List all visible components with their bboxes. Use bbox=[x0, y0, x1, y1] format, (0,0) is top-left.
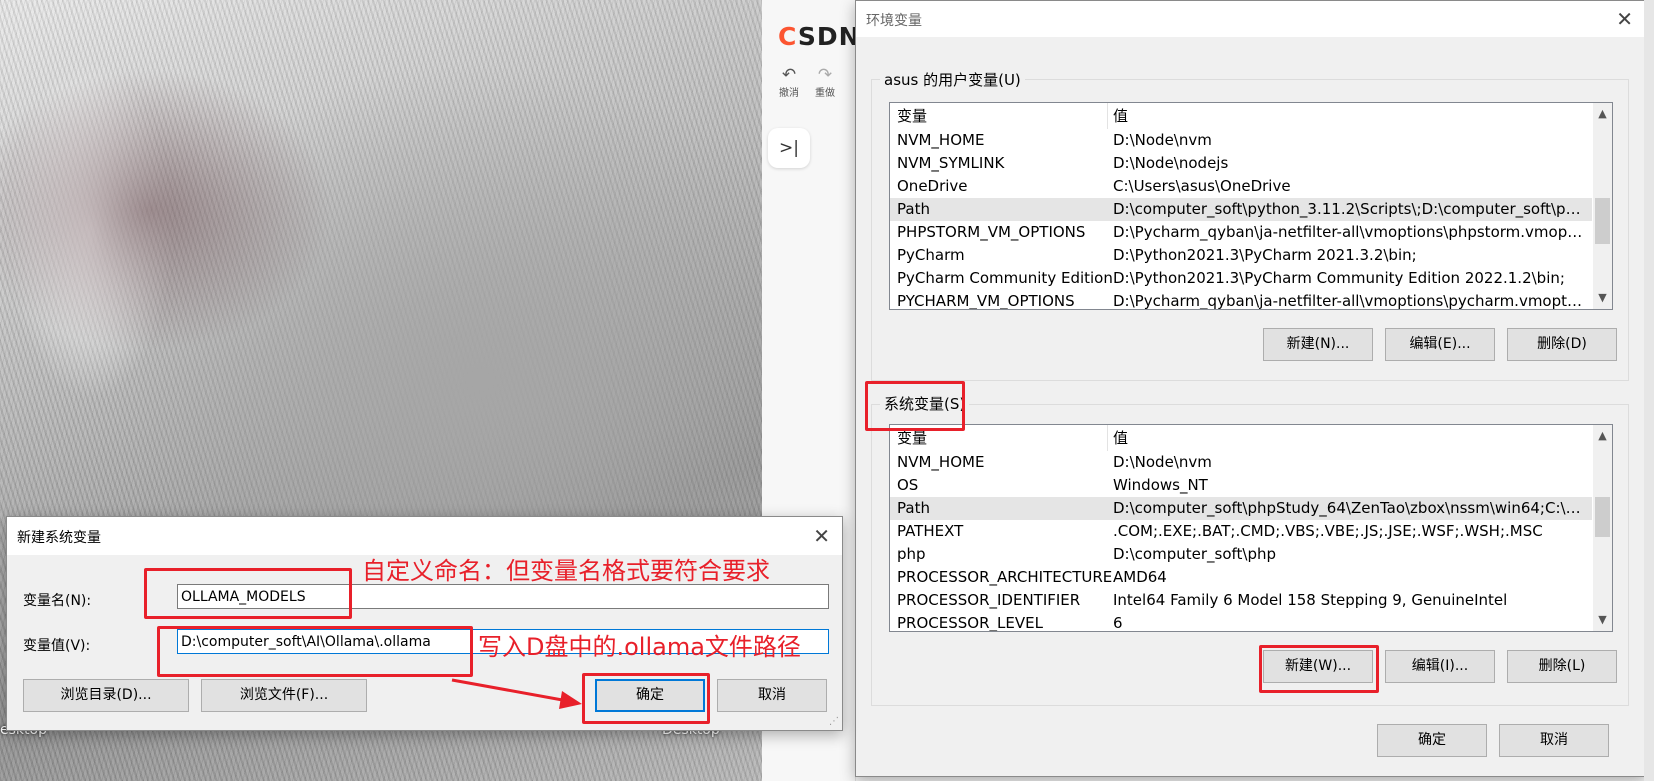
variable-value-label: 变量值(V): bbox=[23, 638, 91, 654]
table-row[interactable]: OneDrive C:\Users\asus\OneDrive bbox=[890, 175, 1592, 198]
highlight-box-new-button bbox=[1259, 645, 1379, 693]
scroll-down-icon[interactable]: ▼ bbox=[1593, 289, 1612, 307]
undo-icon: ↶ bbox=[781, 65, 797, 85]
system-delete-button[interactable]: 删除(L) bbox=[1507, 650, 1617, 683]
resize-grip-icon[interactable]: ⋰ bbox=[829, 716, 839, 727]
table-row[interactable]: PATHEXT .COM;.EXE;.BAT;.CMD;.VBS;.VBE;.JS… bbox=[890, 520, 1592, 543]
title-bar: 环境变量 ✕ bbox=[856, 1, 1645, 37]
new-var-cancel-button[interactable]: 取消 bbox=[717, 679, 827, 712]
column-header-variable[interactable]: 变量 bbox=[897, 103, 927, 129]
user-edit-button[interactable]: 编辑(E)... bbox=[1385, 328, 1495, 361]
collapse-icon: >| bbox=[779, 138, 799, 158]
browse-file-button[interactable]: 浏览文件(F)... bbox=[201, 679, 367, 712]
column-header-value[interactable]: 值 bbox=[1113, 425, 1586, 451]
env-ok-button[interactable]: 确定 bbox=[1377, 724, 1487, 757]
env-cancel-button[interactable]: 取消 bbox=[1499, 724, 1609, 757]
variable-name-label: 变量名(N): bbox=[23, 593, 92, 609]
environment-variables-dialog: 环境变量 ✕ asus 的用户变量(U) 变量 值 NVM_HOME D:\Nod… bbox=[855, 0, 1646, 777]
close-icon[interactable]: ✕ bbox=[1616, 7, 1633, 31]
table-row[interactable]: PHPSTORM_VM_OPTIONS D:\Pycharm_qyban\ja-n… bbox=[890, 221, 1592, 244]
user-variables-title: asus 的用户变量(U) bbox=[880, 69, 1025, 90]
table-row[interactable]: NVM_HOME D:\Node\nvm bbox=[890, 451, 1592, 474]
undo-button[interactable]: ↶ 撤消 bbox=[772, 66, 806, 99]
browse-directory-button[interactable]: 浏览目录(D)... bbox=[23, 679, 189, 712]
scroll-up-icon[interactable]: ▲ bbox=[1593, 105, 1612, 123]
annotation-name-note: 自定义命名：但变量名格式要符合要求 bbox=[362, 557, 770, 585]
table-row[interactable]: NVM_SYMLINK D:\Node\nodejs bbox=[890, 152, 1592, 175]
vertical-scrollbar[interactable]: ▲ ▼ bbox=[1593, 103, 1612, 309]
annotation-value-note: 写入D盘中的.ollama文件路径 bbox=[478, 633, 801, 661]
table-row[interactable]: PyCharm Community Edition D:\Python2021.3… bbox=[890, 267, 1592, 290]
table-row[interactable]: PROCESSOR_IDENTIFIER Intel64 Family 6 Mod… bbox=[890, 589, 1592, 612]
csdn-logo: CSDN bbox=[778, 22, 861, 51]
scroll-thumb[interactable] bbox=[1595, 497, 1610, 537]
new-system-variable-dialog: 新建系统变量 ✕ 变量名(N): OLLAMA_MODELS 变量值(V): D… bbox=[6, 516, 843, 731]
dialog-title: 新建系统变量 bbox=[17, 530, 101, 546]
redo-icon: ↷ bbox=[817, 65, 833, 85]
dialog-title: 环境变量 bbox=[866, 13, 922, 29]
list-header: 变量 值 bbox=[890, 103, 1592, 129]
scroll-up-icon[interactable]: ▲ bbox=[1593, 427, 1612, 445]
table-row[interactable]: OS Windows_NT bbox=[890, 474, 1592, 497]
highlight-box-variable-name bbox=[144, 568, 352, 619]
scroll-down-icon[interactable]: ▼ bbox=[1593, 611, 1612, 629]
close-icon[interactable]: ✕ bbox=[813, 524, 830, 548]
vertical-scrollbar[interactable]: ▲ ▼ bbox=[1593, 425, 1612, 631]
user-new-button[interactable]: 新建(N)... bbox=[1263, 328, 1373, 361]
table-row[interactable]: Path D:\computer_soft\python_3.11.2\Scrip… bbox=[890, 198, 1592, 221]
user-variables-list[interactable]: 变量 值 NVM_HOME D:\Node\nvm NVM_SYMLINK D:\N… bbox=[889, 102, 1613, 310]
table-row[interactable]: PYCHARM_VM_OPTIONS D:\Pycharm_qyban\ja-ne… bbox=[890, 290, 1592, 309]
background-window-edge bbox=[1644, 0, 1654, 781]
redo-button[interactable]: ↷ 重做 bbox=[808, 66, 842, 99]
highlight-box-ok-button bbox=[582, 673, 710, 724]
table-row[interactable]: PROCESSOR_LEVEL 6 bbox=[890, 612, 1592, 631]
column-header-value[interactable]: 值 bbox=[1113, 103, 1586, 129]
system-edit-button[interactable]: 编辑(I)... bbox=[1385, 650, 1495, 683]
list-header: 变量 值 bbox=[890, 425, 1592, 451]
table-row[interactable]: PyCharm D:\Python2021.3\PyCharm 2021.3.2\… bbox=[890, 244, 1592, 267]
table-row[interactable]: Path D:\computer_soft\phpStudy_64\ZenTao\… bbox=[890, 497, 1592, 520]
highlight-box-system-variables bbox=[865, 381, 965, 431]
system-variables-list[interactable]: 变量 值 NVM_HOME D:\Node\nvm OS Windows_NT Pa… bbox=[889, 424, 1613, 632]
collapse-panel-button[interactable]: >| bbox=[768, 128, 810, 168]
highlight-box-variable-value bbox=[157, 626, 473, 677]
table-row[interactable]: NVM_HOME D:\Node\nvm bbox=[890, 129, 1592, 152]
table-row[interactable]: php D:\computer_soft\php bbox=[890, 543, 1592, 566]
annotation-arrow-icon bbox=[451, 678, 582, 709]
scroll-thumb[interactable] bbox=[1595, 198, 1610, 244]
table-row[interactable]: PROCESSOR_ARCHITECTURE AMD64 bbox=[890, 566, 1592, 589]
title-bar: 新建系统变量 ✕ bbox=[7, 517, 842, 555]
user-delete-button[interactable]: 删除(D) bbox=[1507, 328, 1617, 361]
